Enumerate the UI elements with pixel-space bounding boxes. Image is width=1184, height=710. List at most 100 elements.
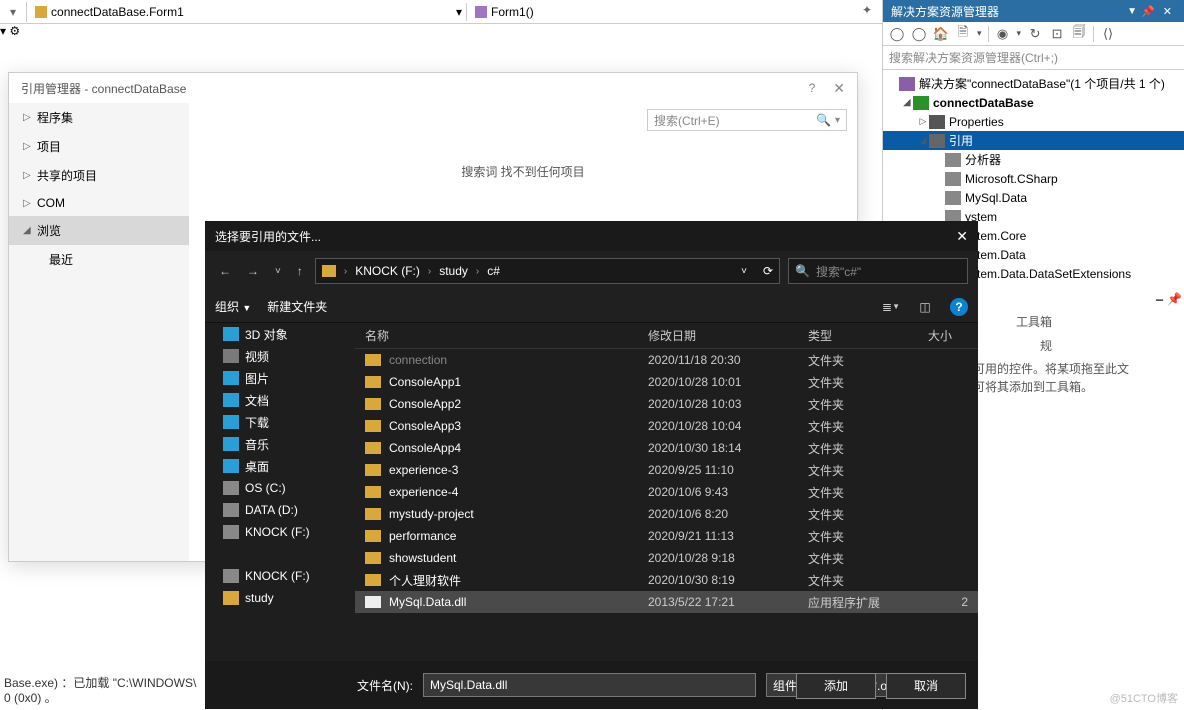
collapse-icon[interactable]: ⊡ <box>1049 26 1065 42</box>
file-row[interactable]: ConsoleApp22020/10/28 10:03文件夹 <box>355 393 978 415</box>
file-tree-item[interactable]: 音乐 <box>205 433 355 455</box>
file-row[interactable]: MySql.Data.dll2013/5/22 17:21应用程序扩展2 <box>355 591 978 613</box>
recent-dropdown-icon[interactable]: ˅ <box>271 264 285 279</box>
file-tree-item[interactable]: 文档 <box>205 389 355 411</box>
path-segment[interactable]: KNOCK (F:) <box>355 264 420 278</box>
path-bar[interactable]: › KNOCK (F:) › study › c# ˅ ⟳ <box>315 258 780 284</box>
file-row[interactable]: ConsoleApp42020/10/30 18:14文件夹 <box>355 437 978 459</box>
file-tree-item[interactable]: KNOCK (F:) <box>205 565 355 587</box>
view-list-icon[interactable]: ≣ ▼ <box>882 300 900 314</box>
chevron-down-icon[interactable]: ▾ <box>977 28 982 39</box>
dropdown-arrow-icon[interactable]: ▾ <box>831 115 840 126</box>
path-segment[interactable]: study <box>439 264 468 278</box>
file-search-input[interactable]: 🔍 搜索"c#" <box>788 258 968 284</box>
scope-icon[interactable]: 🗎 <box>955 26 971 42</box>
project-node[interactable]: ◢connectDataBase <box>883 93 1184 112</box>
dropdown-arrow-icon[interactable]: ▾ <box>4 5 22 19</box>
reference-item[interactable]: Microsoft.CSharp <box>883 169 1184 188</box>
column-header-date[interactable]: 修改日期 <box>648 327 808 344</box>
file-row[interactable]: performance2020/9/21 11:13文件夹 <box>355 525 978 547</box>
file-tree-item[interactable]: DATA (D:) <box>205 499 355 521</box>
gear-icon[interactable]: ⚙ <box>9 24 20 38</box>
breadcrumb-class-label: connectDataBase.Form1 <box>51 5 184 19</box>
file-row[interactable]: 个人理财软件2020/10/30 8:19文件夹 <box>355 569 978 591</box>
sync-icon[interactable]: ◉ <box>995 26 1011 42</box>
solution-node[interactable]: 解决方案"connectDataBase"(1 个项目/共 1 个) <box>883 74 1184 93</box>
file-row[interactable]: experience-32020/9/25 11:10文件夹 <box>355 459 978 481</box>
dropdown-arrow-icon[interactable]: ▼ <box>1127 6 1137 17</box>
ref-mgr-sidebar: ▷程序集 ▷项目 ▷共享的项目 ▷COM ◢浏览 最近 <box>9 103 189 561</box>
show-all-icon[interactable]: 🗐 <box>1071 26 1087 42</box>
chevron-down-icon[interactable]: ▾ <box>0 24 6 38</box>
reference-item[interactable]: 分析器 <box>883 150 1184 169</box>
dropdown-arrow-icon[interactable]: ▾ <box>456 5 462 19</box>
file-tree-item[interactable]: 桌面 <box>205 455 355 477</box>
column-header-size[interactable]: 大小 <box>928 327 968 344</box>
file-row[interactable]: connection2020/11/18 20:30文件夹 <box>355 349 978 371</box>
pin-icon[interactable]: 🗕 📌 <box>1155 290 1182 311</box>
back-icon[interactable]: ← <box>215 262 235 280</box>
close-icon[interactable]: ✕ <box>956 228 968 245</box>
file-row[interactable]: showstudent2020/10/28 9:18文件夹 <box>355 547 978 569</box>
solution-icon <box>899 77 915 91</box>
ref-search-input[interactable]: 搜索(Ctrl+E) 🔍 ▾ <box>647 109 847 131</box>
organize-button[interactable]: 组织 ▼ <box>215 298 251 315</box>
home-icon[interactable]: 🏠 <box>933 26 949 42</box>
properties-icon[interactable]: ⟨⟩ <box>1100 26 1116 42</box>
pin-icon[interactable]: 📌 <box>1137 5 1159 18</box>
preview-pane-icon[interactable]: ◫ <box>916 300 934 314</box>
new-folder-button[interactable]: 新建文件夹 <box>267 298 327 315</box>
references-node[interactable]: ◢引用 <box>883 131 1184 150</box>
chevron-down-icon[interactable]: ▾ <box>1017 28 1022 39</box>
tree-item-label: 音乐 <box>245 436 269 453</box>
file-open-dialog: 选择要引用的文件... ✕ ← → ˅ ↑ › KNOCK (F:) › stu… <box>205 221 978 709</box>
cancel-button[interactable]: 取消 <box>886 673 966 699</box>
breadcrumb-class[interactable]: connectDataBase.Form1 <box>31 5 188 19</box>
sol-search-input[interactable]: 搜索解决方案资源管理器(Ctrl+;) <box>883 46 1184 70</box>
forward-icon[interactable]: ◯ <box>911 26 927 42</box>
folder-icon <box>322 265 336 277</box>
sidebar-item-browse[interactable]: ◢浏览 <box>9 216 189 245</box>
help-icon[interactable]: ? <box>950 298 968 316</box>
back-icon[interactable]: ◯ <box>889 26 905 42</box>
tree-item-icon <box>223 591 239 605</box>
file-tree-item[interactable]: study <box>205 587 355 609</box>
file-tree-item[interactable]: 视频 <box>205 345 355 367</box>
file-tree-item[interactable]: KNOCK (F:) <box>205 521 355 543</box>
sidebar-item-label: COM <box>37 196 65 210</box>
sidebar-item-shared[interactable]: ▷共享的项目 <box>9 161 189 190</box>
up-icon[interactable]: ↑ <box>293 262 307 280</box>
file-type: 文件夹 <box>808 528 928 545</box>
file-tree-item[interactable]: 3D 对象 <box>205 323 355 345</box>
forward-icon[interactable]: → <box>243 262 263 280</box>
sidebar-item-com[interactable]: ▷COM <box>9 190 189 216</box>
reference-item[interactable]: MySql.Data <box>883 188 1184 207</box>
refresh-icon[interactable]: ⟳ <box>753 264 773 278</box>
close-icon[interactable]: ✕ <box>1159 5 1176 18</box>
help-icon[interactable]: ? <box>809 81 816 95</box>
close-icon[interactable]: ✕ <box>833 80 845 97</box>
chevron-down-icon[interactable]: ˅ <box>741 266 747 277</box>
sidebar-item-label: 程序集 <box>37 109 73 126</box>
file-row[interactable]: mystudy-project2020/10/6 8:20文件夹 <box>355 503 978 525</box>
breadcrumb-method[interactable]: Form1() <box>471 5 538 19</box>
file-tree-item[interactable]: 下载 <box>205 411 355 433</box>
sidebar-item-projects[interactable]: ▷项目 <box>9 132 189 161</box>
file-row[interactable]: ConsoleApp32020/10/28 10:04文件夹 <box>355 415 978 437</box>
file-row[interactable]: experience-42020/10/6 9:43文件夹 <box>355 481 978 503</box>
file-tree-item[interactable] <box>205 543 355 565</box>
add-button[interactable]: 添加 <box>796 673 876 699</box>
sidebar-subitem-recent[interactable]: 最近 <box>9 245 189 274</box>
file-row[interactable]: ConsoleApp12020/10/28 10:01文件夹 <box>355 371 978 393</box>
properties-node[interactable]: ▷Properties <box>883 112 1184 131</box>
column-header-type[interactable]: 类型 <box>808 327 928 344</box>
sidebar-item-assemblies[interactable]: ▷程序集 <box>9 103 189 132</box>
file-name-input[interactable] <box>423 673 756 697</box>
plus-icon[interactable]: ✦ <box>862 3 872 17</box>
path-segment[interactable]: c# <box>487 264 500 278</box>
refresh-icon[interactable]: ↻ <box>1027 26 1043 42</box>
column-header-name[interactable]: 名称 <box>365 327 648 344</box>
file-tree-item[interactable]: 图片 <box>205 367 355 389</box>
node-label: 引用 <box>949 132 973 149</box>
file-tree-item[interactable]: OS (C:) <box>205 477 355 499</box>
